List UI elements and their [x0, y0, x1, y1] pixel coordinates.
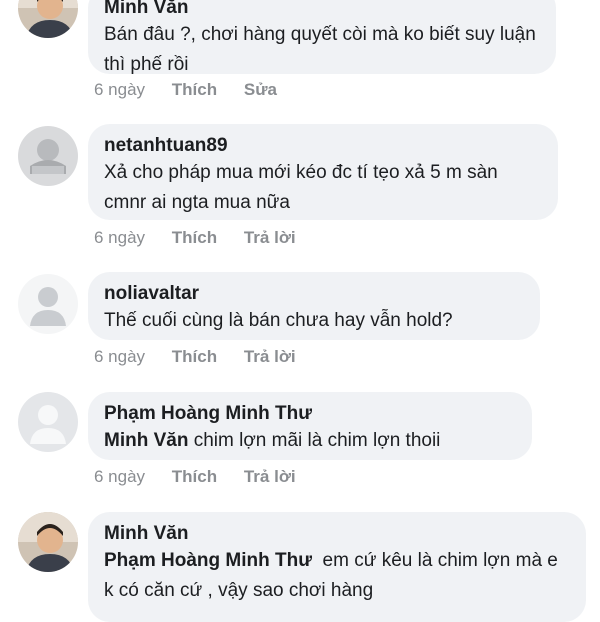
comment-author[interactable]: Minh Văn — [104, 0, 540, 20]
comment-author[interactable]: noliavaltar — [104, 282, 524, 306]
edit-button[interactable]: Sửa — [244, 80, 277, 100]
comment-text: Bán đâu ?, chơi hàng quyết còi mà ko biế… — [104, 24, 536, 75]
comment-time[interactable]: 6 ngày — [94, 228, 145, 248]
like-button[interactable]: Thích — [172, 347, 217, 367]
comment-text: Xả cho pháp mua mới kéo đc tí tẹo xả 5 m… — [104, 162, 498, 213]
comment-text: Thế cuối cùng là bán chưa hay vẫn hold? — [104, 310, 453, 331]
comment-bubble: Minh Văn Phạm Hoàng Minh Thư em cứ kêu l… — [88, 512, 586, 622]
like-button[interactable]: Thích — [172, 80, 217, 100]
comment-author[interactable]: netanhtuan89 — [104, 134, 542, 158]
avatar[interactable] — [18, 512, 78, 572]
avatar[interactable] — [18, 274, 78, 334]
comment-bubble: Minh Văn Bán đâu ?, chơi hàng quyết còi … — [88, 0, 556, 75]
comment-time[interactable]: 6 ngày — [94, 347, 145, 367]
comment-bubble: noliavaltar Thế cuối cùng là bán chưa ha… — [88, 272, 540, 340]
mention-link[interactable]: Minh Văn — [104, 430, 188, 451]
avatar[interactable] — [18, 0, 78, 38]
comment-bubble: netanhtuan89 Xả cho pháp mua mới kéo đc … — [88, 124, 558, 220]
avatar[interactable] — [18, 126, 78, 186]
comment-actions: 6 ngày Thích Trả lời — [94, 228, 318, 248]
default-avatar-icon — [18, 126, 78, 186]
profile-photo-icon — [18, 512, 78, 572]
user-silhouette-icon — [18, 274, 78, 334]
reply-button[interactable]: Trả lời — [244, 347, 296, 367]
comment-text-body: chim lợn mãi là chim lợn thoii — [188, 430, 441, 451]
like-button[interactable]: Thích — [172, 467, 217, 487]
mention-link[interactable]: Phạm Hoàng Minh Thư — [104, 550, 312, 571]
comment-text: Minh Văn chim lợn mãi là chim lợn thoii — [104, 426, 516, 456]
comment-time[interactable]: 6 ngày — [94, 80, 145, 100]
comment-author[interactable]: Phạm Hoàng Minh Thư — [104, 402, 516, 426]
comment-actions: 6 ngày Thích Trả lời — [94, 467, 318, 487]
reply-button[interactable]: Trả lời — [244, 228, 296, 248]
avatar[interactable] — [18, 392, 78, 452]
user-silhouette-icon — [18, 392, 78, 452]
like-button[interactable]: Thích — [172, 228, 217, 248]
comment-actions: 6 ngày Thích Trả lời — [94, 347, 318, 367]
comment-author[interactable]: Minh Văn — [104, 522, 570, 546]
reply-button[interactable]: Trả lời — [244, 467, 296, 487]
profile-photo-icon — [18, 0, 78, 38]
comment-text: Phạm Hoàng Minh Thư em cứ kêu là chim lợ… — [104, 546, 570, 606]
comment-bubble: Phạm Hoàng Minh Thư Minh Văn chim lợn mã… — [88, 392, 532, 460]
comment-actions: 6 ngày Thích Sửa — [94, 80, 299, 100]
comment-time[interactable]: 6 ngày — [94, 467, 145, 487]
